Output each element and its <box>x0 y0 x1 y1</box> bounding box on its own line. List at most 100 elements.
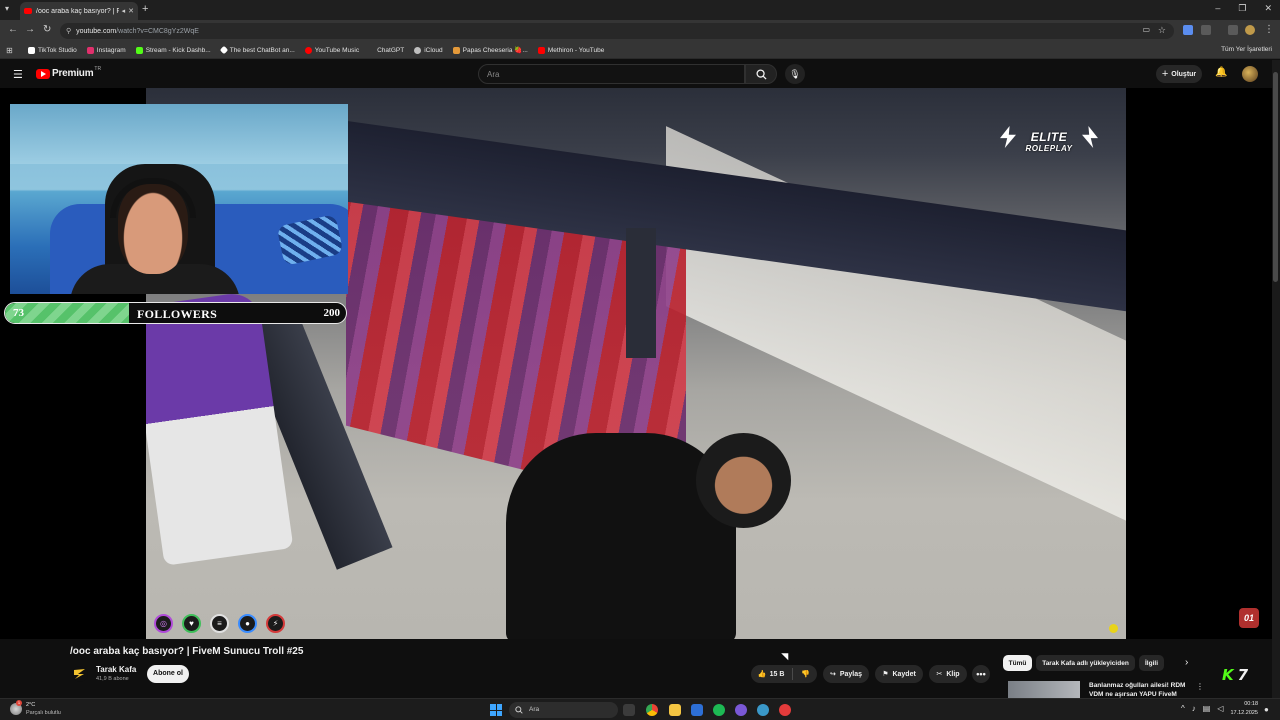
address-bar[interactable]: ⚲ youtube.com /watch?v=CMC8gYz2WqE ▭ ☆ <box>60 23 1174 39</box>
share-button[interactable]: ↪ Paylaş <box>823 665 869 683</box>
spotify-icon[interactable] <box>713 704 725 716</box>
create-button[interactable]: + Oluştur <box>1156 65 1202 83</box>
app-icon[interactable] <box>779 704 791 716</box>
app-icon[interactable] <box>757 704 769 716</box>
thumbs-down-icon: 👎 <box>801 671 811 678</box>
bookmark-papas-cheeseria[interactable]: Papas Cheeseria 🍓... <box>452 46 528 54</box>
scrollbar-thumb[interactable] <box>1273 72 1278 282</box>
cast-icon[interactable]: ▭ <box>1142 25 1150 34</box>
page-scrollbar[interactable] <box>1272 60 1280 698</box>
address-host: youtube.com <box>76 27 117 35</box>
store-icon[interactable] <box>691 704 703 716</box>
watermark-line-2: ROLEPLAY <box>1025 144 1073 153</box>
weather-temperature[interactable]: 2°C <box>26 702 35 708</box>
profile-icon[interactable] <box>1245 25 1255 35</box>
back-icon[interactable]: ← <box>8 24 18 35</box>
recommended-video-thumbnail[interactable] <box>1008 681 1080 698</box>
voice-search-button[interactable]: 🎙 <box>785 64 805 84</box>
volume-icon[interactable]: ◁ <box>1217 704 1223 713</box>
microphone-tray-icon[interactable]: ♪ <box>1192 704 1196 713</box>
tab-search-icon[interactable]: ▾ <box>5 4 9 13</box>
clock-date[interactable]: 17.12.2025 <box>1228 710 1258 716</box>
speaker-icon[interactable]: ◂ <box>122 7 126 15</box>
browser-menu-icon[interactable]: ⋮ <box>1264 24 1274 35</box>
file-explorer-icon[interactable] <box>669 704 681 716</box>
account-avatar[interactable] <box>1242 66 1258 82</box>
channel-name[interactable]: Tarak Kafa <box>96 665 136 674</box>
recommended-more-icon[interactable]: ⋮ <box>1196 682 1204 691</box>
subscribe-button[interactable]: Abone ol <box>147 665 189 683</box>
chevron-right-icon[interactable]: › <box>1185 657 1188 668</box>
plus-icon: + <box>1161 68 1169 80</box>
bookmark-instagram[interactable]: Instagram <box>86 46 126 54</box>
reading-list-icon[interactable] <box>1228 25 1238 35</box>
health-heart-icon: ♥ <box>182 614 201 633</box>
channel-avatar[interactable] <box>72 666 88 682</box>
close-window-icon[interactable]: ✕ <box>1264 3 1272 14</box>
logo-region: TR <box>94 65 102 72</box>
search-button[interactable] <box>745 64 777 84</box>
subscriber-count: 41,9 B abone <box>96 676 129 682</box>
clip-button[interactable]: ✂ Klip <box>929 665 967 683</box>
bookmark-youtube-music[interactable]: YouTube Music <box>304 46 359 54</box>
bookmark-tiktok-studio[interactable]: TikTok Studio <box>28 46 77 54</box>
translate-extension-icon[interactable] <box>1183 25 1193 35</box>
bookmark-star-icon[interactable]: ☆ <box>1158 25 1166 36</box>
tab-title: /ooc araba kaç basıyor? | Fi <box>36 7 119 15</box>
maximize-icon[interactable]: ❐ <box>1238 3 1246 14</box>
new-tab-icon[interactable]: + <box>142 3 148 15</box>
youtube-icon <box>537 46 545 54</box>
weather-description[interactable]: Parçalı bulutlu <box>26 710 61 716</box>
bookmark-chatgpt[interactable]: ChatGPT <box>377 47 404 54</box>
forward-icon[interactable]: → <box>25 24 35 35</box>
like-button[interactable]: 👍 15 B <box>758 670 785 679</box>
browser-tab-strip: ▾ /ooc araba kaç basıyor? | Fi ◂ ✕ + – ❐… <box>0 0 1280 20</box>
task-view-icon[interactable] <box>623 704 635 716</box>
follower-current-count: 73 <box>13 307 24 319</box>
notifications-icon[interactable]: ● <box>1264 705 1269 714</box>
youtube-premium-logo[interactable]: Premium TR <box>36 65 102 79</box>
channel-watermark-badge[interactable]: 01 <box>1239 608 1259 628</box>
scissors-icon: ✂ <box>936 671 943 678</box>
bookmark-icloud[interactable]: iCloud <box>414 46 443 54</box>
recommended-video-title[interactable]: Banlanmaz oğulları ailesi! RDM <box>1089 682 1185 689</box>
all-bookmarks-folder[interactable]: Tüm Yer İşaretleri <box>1221 46 1272 53</box>
minimize-icon[interactable]: – <box>1215 3 1220 14</box>
search-input[interactable]: Ara <box>478 64 745 84</box>
apple-icon <box>414 46 422 54</box>
bookmark-methiron[interactable]: Methiron - YouTube <box>537 46 604 54</box>
scene-player-head <box>696 433 791 528</box>
dislike-button[interactable]: 👎 <box>801 670 810 678</box>
chip-related[interactable]: İlgili <box>1139 655 1164 671</box>
kick-icon <box>135 46 143 54</box>
chip-all[interactable]: Tümü <box>1003 655 1032 671</box>
taskbar-search-input[interactable]: Ara <box>509 702 618 718</box>
bookmark-chatbot[interactable]: The best ChatBot an... <box>219 45 295 55</box>
site-info-icon[interactable]: ⚲ <box>66 27 71 35</box>
windows-start-icon[interactable] <box>490 704 502 716</box>
youtube-play-icon <box>36 68 50 79</box>
browser-tab[interactable]: /ooc araba kaç basıyor? | Fi ◂ ✕ <box>20 2 138 20</box>
video-player[interactable]: ELITE ROLEPLAY ◎ ♥ ≡ ● ⚡ 73 FOLLOWERS 20… <box>0 88 1272 639</box>
youtube-music-icon <box>304 46 312 54</box>
streamer-webcam <box>10 104 348 294</box>
like-divider <box>792 668 794 680</box>
tray-chevron-icon[interactable]: ^ <box>1181 704 1185 713</box>
close-tab-icon[interactable]: ✕ <box>128 7 134 15</box>
more-actions-button[interactable]: ••• <box>972 665 990 683</box>
save-button[interactable]: ⚑ Kaydet <box>875 665 923 683</box>
apps-grid-icon[interactable]: ⊞ <box>6 46 16 55</box>
video-title: /ooc araba kaç basıyor? | FiveM Sunucu T… <box>70 646 304 657</box>
papas-icon <box>452 46 460 54</box>
bookmark-kick-dashboard[interactable]: Stream - Kick Dashb... <box>135 46 211 54</box>
reload-icon[interactable]: ↻ <box>43 24 51 35</box>
notifications-bell-icon[interactable]: 🔔 <box>1215 67 1227 78</box>
chrome-icon[interactable] <box>646 704 658 716</box>
network-icon[interactable]: ▤ <box>1203 704 1211 713</box>
clock-time[interactable]: 00:18 <box>1228 701 1258 707</box>
messenger-icon[interactable] <box>735 704 747 716</box>
hamburger-menu-icon[interactable]: ☰ <box>13 68 23 81</box>
extensions-icon[interactable] <box>1201 25 1211 35</box>
chip-from-uploader[interactable]: Tarak Kafa adlı yükleyiciden <box>1036 655 1135 671</box>
recommended-video-title-line-2[interactable]: VDM ne aşırsan YAPU FiveM <box>1089 691 1177 698</box>
